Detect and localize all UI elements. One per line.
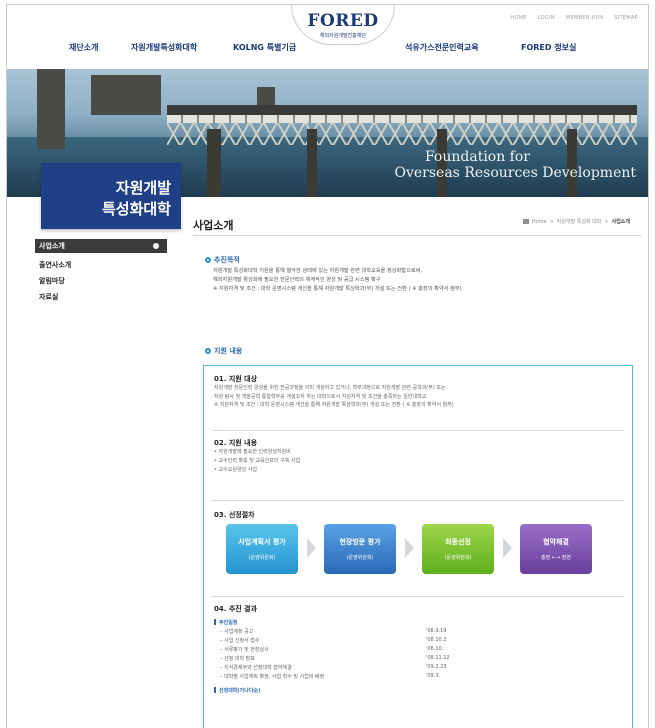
content-title: 02. 지원 내용 bbox=[214, 439, 258, 447]
selected-universities-heading: 선정대학(가나다순) bbox=[214, 687, 614, 694]
step-agreement: 협약체결 총장 ←→ 장관 bbox=[520, 524, 592, 574]
nav-item-info[interactable]: FORED 정보실 bbox=[521, 42, 576, 53]
chevron-right-icon bbox=[307, 538, 316, 558]
rig-leg bbox=[307, 129, 317, 197]
results-title: 04. 추진 결과 bbox=[214, 605, 258, 613]
home-link[interactable]: HOME bbox=[510, 15, 526, 21]
rig-crane bbox=[91, 75, 161, 115]
chevron-right-icon bbox=[405, 538, 414, 558]
rig-leg bbox=[207, 129, 221, 197]
rig-tower bbox=[37, 69, 65, 149]
selection-title: 03. 선정절차 bbox=[214, 511, 255, 519]
breadcrumb: Home > 자원개발 특성화 대학 > 사업소개 bbox=[522, 218, 630, 225]
hero-text-line1: Foundation for bbox=[424, 149, 530, 165]
sidebar-item-label: 자료실 bbox=[39, 293, 59, 301]
content-item: • 교수인력 확충 및 교육인프라 구축 사업 bbox=[214, 458, 301, 464]
step-plan-review: 사업계획서 평가 (운영위원회) bbox=[226, 524, 298, 574]
divider bbox=[212, 500, 624, 501]
section-title-box: 자원개발 특성화대학 bbox=[41, 163, 181, 229]
nav-item-foundation[interactable]: 재단소개 bbox=[69, 42, 98, 53]
schedule-heading: 추진일정 bbox=[214, 619, 614, 626]
schedule-row: – 선정 대학 발표 '08.11.12 bbox=[220, 655, 450, 662]
schedule-row: – 사업계획 공고 '08.9.19 bbox=[220, 628, 447, 635]
breadcrumb-home[interactable]: Home bbox=[532, 219, 547, 225]
schedule-row: – 사업 신청서 접수 '08.10.2 bbox=[220, 637, 447, 644]
divider bbox=[212, 430, 624, 431]
member-join-link[interactable]: MEMBER JOIN bbox=[566, 15, 603, 21]
nav-item-training[interactable]: 석유가스전문인력교육 bbox=[405, 42, 479, 53]
target-block: 01. 지원 대상 자원개발 전문인력 양성을 위한 전공과정을 이미 개설하고… bbox=[214, 374, 454, 410]
chevron-right-icon bbox=[503, 538, 512, 558]
content-block: 02. 지원 내용 • 자원개발에 필요한 인력양성지원비 • 교수인력 확충 … bbox=[214, 438, 300, 475]
logo[interactable]: FORED 해외자원개발진흥재단 bbox=[291, 5, 395, 45]
utility-links: HOME LOGIN MEMBER JOIN SITEMAP bbox=[510, 15, 638, 21]
purpose-line: ※ 지원자격 및 조건 : 대학 운영시스템 개선을 통해 자원개발 특성학과(… bbox=[213, 286, 462, 292]
sidebar-item-archive[interactable]: 자료실 bbox=[35, 289, 167, 305]
sidebar-item-notices[interactable]: 알림마당 bbox=[35, 273, 167, 289]
section-title-line1: 자원개발 bbox=[115, 179, 171, 197]
hero-text-line2: Overseas Resources Development bbox=[394, 165, 637, 181]
schedule-row: – 서류평가 및 현장실사 '08.10. bbox=[220, 646, 444, 653]
schedule-list: – 사업계획 공고 '08.9.19 – 사업 신청서 접수 '08.10.2 – … bbox=[214, 628, 614, 682]
schedule-row: – 대학별 사업계획 확정, 사업 착수 및 사업비 배정 '09.3. bbox=[220, 673, 441, 680]
purpose-line: 해외자원개발 활성화에 필요한 전문인력의 체계적인 양성 및 공급 시스템 확… bbox=[213, 277, 381, 283]
breadcrumb-current: 사업소개 bbox=[611, 219, 630, 225]
step-site-visit: 현장방문 평가 (운영위원회) bbox=[324, 524, 396, 574]
page-frame: HOME LOGIN MEMBER JOIN SITEMAP FORED 해외자… bbox=[6, 4, 649, 728]
sidebar-item-contributors[interactable]: 출연사소개 bbox=[35, 257, 167, 273]
schedule-row: – 지식경제부와 선정대학 협약체결 '09.2.23 bbox=[220, 664, 447, 671]
section-title-line2: 특성화대학 bbox=[101, 200, 171, 218]
divider bbox=[212, 596, 624, 597]
logo-main: FORED bbox=[307, 11, 379, 31]
purpose-line: 자원개발 특성화대학 지원을 통해 열악한 상태에 있는 자원개발 관련 대학교… bbox=[213, 268, 423, 274]
results-block: 04. 추진 결과 추진일정 – 사업계획 공고 '08.9.19 – 사업 신청… bbox=[214, 604, 614, 694]
circle-bullet-icon bbox=[205, 257, 211, 263]
page-title: 사업소개 bbox=[193, 219, 234, 232]
support-content-box: 01. 지원 대상 자원개발 전문인력 양성을 위한 전공과정을 이미 개설하고… bbox=[203, 365, 633, 728]
target-line: 자원개발 전문인력 양성을 위한 전공과정을 이미 개설하고 있거나, 학부과정… bbox=[214, 385, 446, 391]
breadcrumb-separator: > bbox=[604, 218, 609, 225]
content-item: • 교수요원양성 사업 bbox=[214, 467, 257, 473]
circle-bullet-icon bbox=[205, 348, 211, 354]
circle-bullet-icon bbox=[153, 243, 159, 249]
title-divider bbox=[193, 235, 641, 236]
selection-block: 03. 선정절차 bbox=[214, 510, 255, 520]
nav-item-university[interactable]: 자원개발특성화대학 bbox=[131, 42, 197, 53]
rig-deck bbox=[167, 105, 637, 115]
rig-deck-rail bbox=[167, 115, 637, 123]
support-heading: 지원 내용 bbox=[205, 346, 242, 356]
sidebar-item-label: 출연사소개 bbox=[39, 261, 72, 269]
rig-leg bbox=[567, 129, 577, 197]
content-item: • 자원개발에 필요한 인력양성지원비 bbox=[214, 449, 291, 455]
sidebar-menu: 사업소개 출연사소개 알림마당 자료실 bbox=[35, 239, 167, 305]
target-line: ※ 지원자격 및 조건 : 대학 운영시스템 개선을 통해 자원개발 특성학과(… bbox=[214, 402, 454, 408]
nav-item-kolng[interactable]: KOLNG 특별기금 bbox=[233, 42, 296, 53]
logo-sub: 해외자원개발진흥재단 bbox=[319, 33, 366, 39]
sidebar-item-label: 알림마당 bbox=[39, 277, 65, 285]
breadcrumb-separator: > bbox=[549, 218, 554, 225]
login-link[interactable]: LOGIN bbox=[538, 15, 555, 21]
selection-steps: 사업계획서 평가 (운영위원회) 현장방문 평가 (운영위원회) 최종선정 (운… bbox=[226, 524, 596, 574]
sidebar-item-label: 사업소개 bbox=[39, 242, 65, 250]
main-nav: 재단소개 자원개발특성화대학 KOLNG 특별기금 석유가스전문인력교육 FOR… bbox=[7, 42, 648, 64]
home-icon bbox=[522, 219, 529, 224]
step-final-selection: 최종선정 (운영위원회) bbox=[422, 524, 494, 574]
target-line: 자원 탐사 및 개발공학 통합학부를 개설코자 하는 대학으로서 지원자격 및 … bbox=[214, 393, 427, 400]
target-title: 01. 지원 대상 bbox=[214, 375, 258, 383]
sidebar-item-business-intro[interactable]: 사업소개 bbox=[35, 239, 167, 253]
breadcrumb-section[interactable]: 자원개발 특성화 대학 bbox=[557, 218, 602, 225]
purpose-heading: 추진목적 bbox=[205, 255, 240, 265]
sitemap-link[interactable]: SITEMAP bbox=[614, 15, 638, 21]
